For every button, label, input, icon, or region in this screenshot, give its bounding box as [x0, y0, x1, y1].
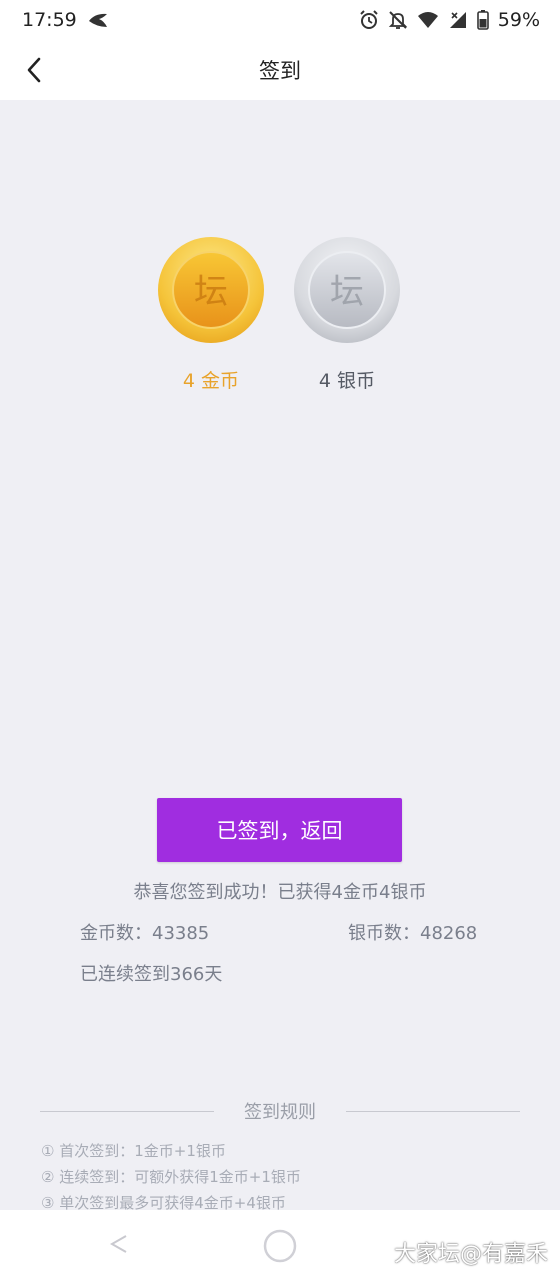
silver-reward-label: 4 银币	[318, 370, 376, 392]
reward-coins: 坛 4 金币 坛 4 银币	[0, 236, 560, 396]
rule-item: ① 首次签到：1金币+1银币	[41, 1142, 226, 1160]
battery-icon	[476, 10, 489, 30]
silver-coin-icon: 坛	[294, 237, 400, 343]
signal-icon	[448, 11, 468, 29]
status-time: 17:59	[22, 9, 77, 31]
chevron-left-icon	[27, 57, 41, 83]
status-right: 59%	[359, 9, 540, 31]
svg-text:坛: 坛	[330, 272, 364, 312]
success-message: 恭喜您签到成功！已获得4金币4银币	[133, 882, 427, 903]
watermark: 大家坛@有嘉禾	[393, 1242, 548, 1267]
mute-icon	[388, 10, 408, 30]
svg-text:坛: 坛	[194, 272, 228, 312]
battery-percent: 59%	[497, 9, 540, 31]
silver-coin-count: 银币数：48268	[348, 923, 478, 944]
gold-coin-icon: 坛	[158, 237, 264, 343]
gold-reward-label: 4 金币	[182, 370, 240, 392]
gold-coin-count: 金币数：43385	[80, 923, 210, 944]
alarm-icon	[359, 10, 379, 30]
checkin-streak: 已连续签到366天	[80, 964, 223, 985]
status-left: 17:59	[22, 9, 109, 31]
silver-coin: 坛 4 银币	[293, 236, 401, 393]
app-notification-icon	[87, 11, 109, 29]
gold-coin: 坛 4 金币	[157, 236, 265, 393]
status-bar: 17:59 59%	[0, 0, 560, 40]
page-title: 签到	[259, 59, 301, 83]
back-button[interactable]	[14, 50, 54, 90]
divider-left	[40, 1110, 214, 1112]
checked-in-return-button[interactable]: 已签到，返回	[157, 798, 402, 862]
rule-item: ② 连续签到：可额外获得1金币+1银币	[41, 1168, 301, 1186]
nav-bar: 签到	[0, 40, 560, 100]
wifi-icon	[417, 11, 439, 29]
rules-header: 签到规则	[40, 1098, 520, 1124]
rules-title: 签到规则	[244, 1102, 316, 1123]
nav-home-icon[interactable]	[262, 1228, 298, 1264]
divider-right	[346, 1110, 520, 1112]
nav-back-icon[interactable]	[104, 1232, 132, 1256]
